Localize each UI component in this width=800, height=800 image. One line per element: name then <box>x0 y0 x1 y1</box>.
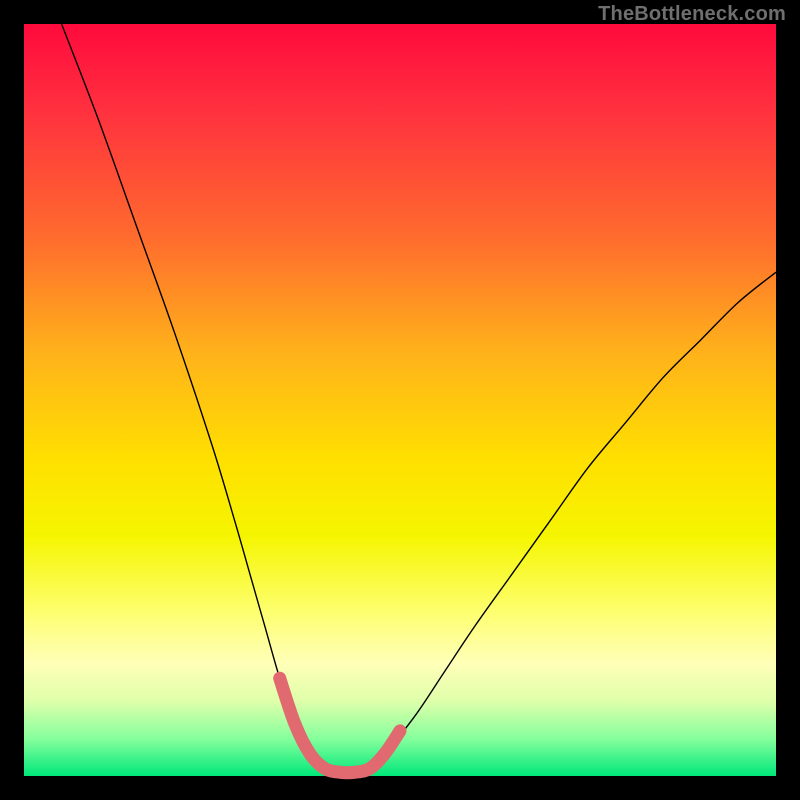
chart-svg <box>24 24 776 776</box>
optimal-range-highlight <box>280 678 400 772</box>
bottleneck-curve <box>62 24 776 773</box>
watermark-text: TheBottleneck.com <box>598 3 786 26</box>
plot-area <box>24 24 776 776</box>
outer-frame: TheBottleneck.com <box>0 0 800 800</box>
